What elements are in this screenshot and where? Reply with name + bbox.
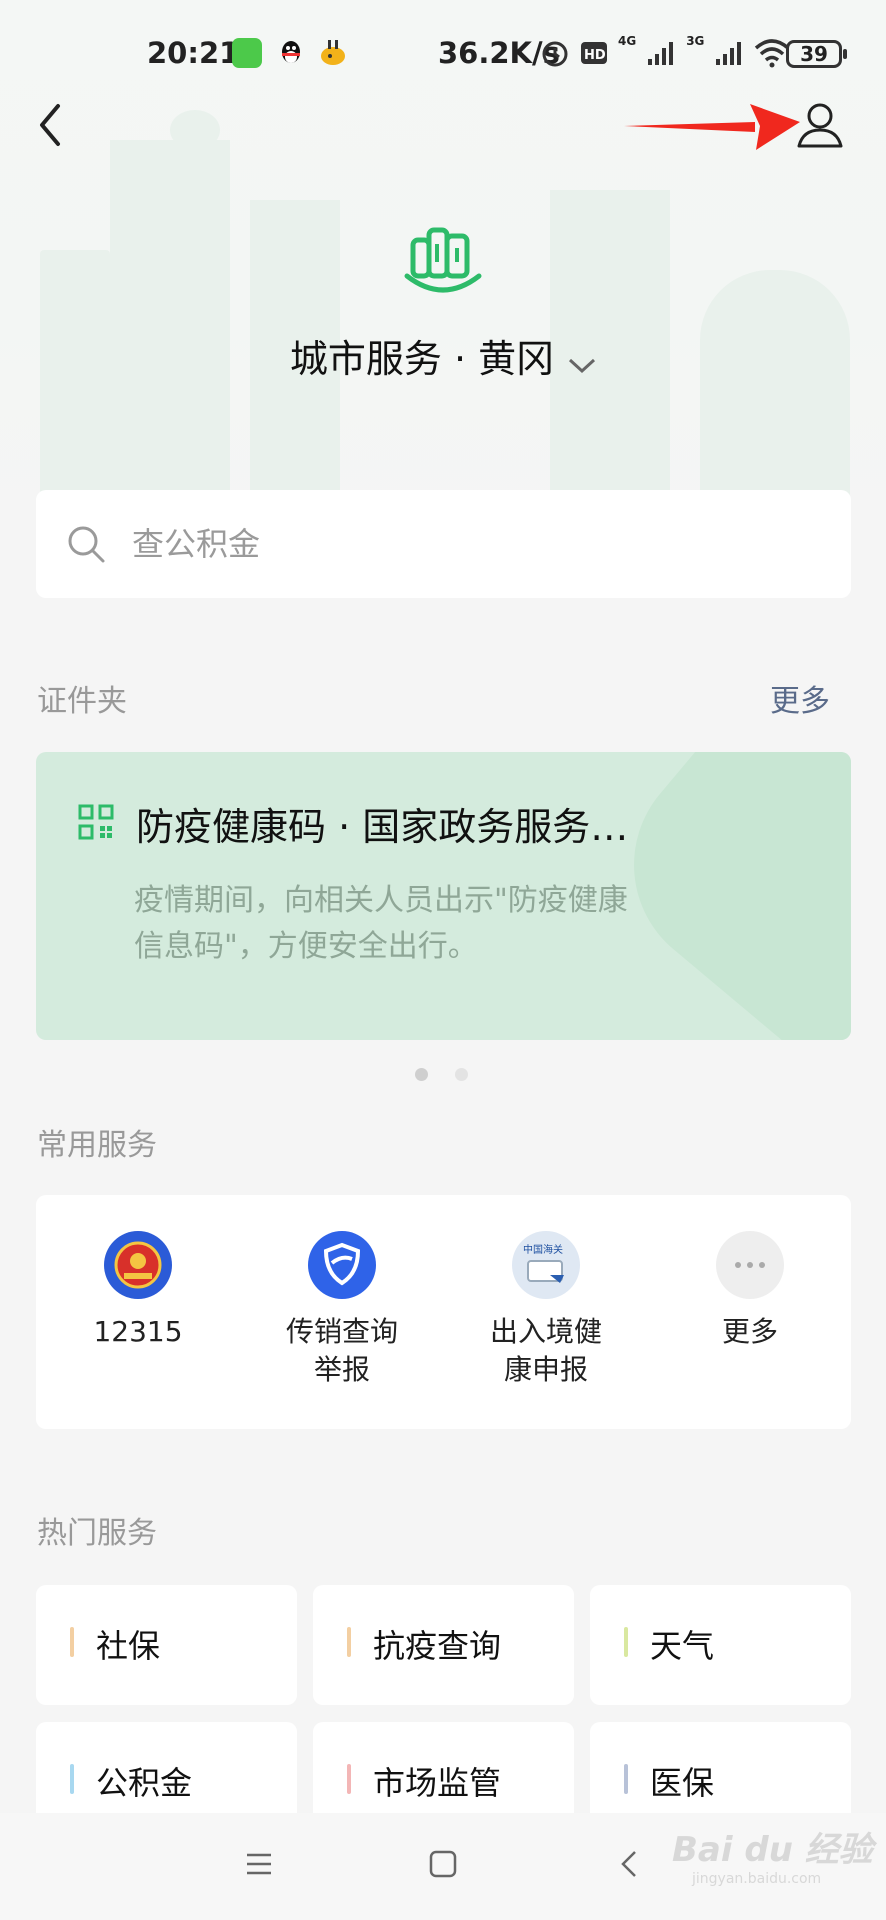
hot-service-label: 抗疫查询 [373,1627,502,1665]
hot-service-bar [624,1764,628,1794]
national-emblem-icon [104,1231,172,1299]
chevron-down-icon [568,340,596,384]
service-mlm-report[interactable]: 传销查询 举报 [240,1231,444,1389]
hot-service-bar [347,1764,351,1794]
hot-service-epidemic-query[interactable]: 抗疫查询 [313,1585,574,1705]
recent-apps-button[interactable] [244,1849,274,1883]
system-back-button[interactable] [615,1849,645,1883]
user-profile-button[interactable] [795,100,845,150]
wechat-notify-icon [232,38,262,68]
customs-icon-label: 中国海关 [523,1243,563,1256]
carousel-dot [455,1068,468,1081]
bee-app-icon [318,38,348,68]
hot-service-label: 医保 [650,1764,715,1802]
home-square-icon [429,1850,457,1878]
chevron-left-icon [621,1851,636,1877]
status-icons: HD 4G 3G [540,34,790,68]
more-dots-icon [716,1231,784,1299]
network-4g-label: 4G [618,34,637,48]
common-services-title: 常用服务 [37,1128,157,1163]
battery-indicator: 39 [786,40,847,68]
hot-service-label: 社保 [96,1627,161,1665]
customs-icon: 中国海关 [512,1231,580,1299]
service-label: 出入境健 康申报 [489,1315,602,1386]
city-service-logo-icon [404,227,482,293]
service-more[interactable]: 更多 [648,1231,852,1351]
service-label: 传销查询 举报 [285,1315,398,1386]
hot-service-bar [624,1627,628,1657]
search-bar[interactable] [36,490,851,598]
network-3g-label: 3G [686,34,705,48]
credentials-section-title: 证件夹 [37,684,127,719]
qq-icon [276,38,306,68]
city-title-label: 城市服务 · 黄冈 [289,337,555,381]
bg-building [700,270,850,520]
service-label: 更多 [721,1315,778,1348]
health-code-desc: 疫情期间，向相关人员出示"防疫健康信息码"，方便安全出行。 [134,883,628,964]
carousel-indicator [415,1068,468,1081]
common-services-panel: 12315 传销查询 举报 中国海关 出入境健 康申报 更多 [36,1195,851,1429]
svg-text:HD: HD [584,48,606,63]
user-icon [797,103,843,148]
search-icon [68,526,105,563]
hot-service-label: 市场监管 [373,1764,502,1802]
status-time: 20:21 [147,36,240,70]
watermark-brand: Bai du 经验 [672,1830,873,1870]
watermark: Bai du 经验 jingyan.baidu.com [672,1822,873,1887]
hot-service-bar [347,1627,351,1657]
bg-building [170,110,220,150]
carousel-dot [415,1068,428,1081]
alarm-icon [542,41,568,67]
annotation-arrow-icon [624,104,800,150]
service-customs-declaration[interactable]: 中国海关 出入境健 康申报 [444,1231,648,1389]
wifi-icon [755,39,790,68]
back-button[interactable] [30,100,70,150]
chevron-left-icon [40,104,60,146]
status-bar: 20:21 36.2K/s HD 4G 3G 39 [0,28,886,76]
menu-icon [247,1853,271,1875]
signal-icon [648,42,674,65]
home-button[interactable] [428,1849,458,1883]
signal-icon [716,42,742,65]
hot-service-bar [70,1627,74,1657]
health-code-card[interactable]: 防疫健康码 · 国家政务服务… 疫情期间，向相关人员出示"防疫健康信息码"，方便… [36,752,851,1040]
hd-icon: HD [581,42,607,64]
hot-service-social-security[interactable]: 社保 [36,1585,297,1705]
service-12315[interactable]: 12315 [36,1231,240,1351]
credentials-more-link[interactable]: 更多 [770,676,830,720]
qr-code-icon [78,804,114,840]
shield-icon [308,1231,376,1299]
hot-service-label: 公积金 [96,1764,193,1802]
city-selector[interactable]: 城市服务 · 黄冈 [0,328,886,384]
hot-services-title: 热门服务 [37,1516,157,1551]
search-input[interactable] [132,518,812,570]
hot-service-label: 天气 [650,1627,715,1665]
watermark-url: jingyan.baidu.com [692,1871,822,1887]
bg-building [40,250,110,520]
service-label: 12315 [93,1315,183,1348]
hot-service-weather[interactable]: 天气 [590,1585,851,1705]
hot-service-bar [70,1764,74,1794]
health-code-title: 防疫健康码 · 国家政务服务… [136,805,629,849]
